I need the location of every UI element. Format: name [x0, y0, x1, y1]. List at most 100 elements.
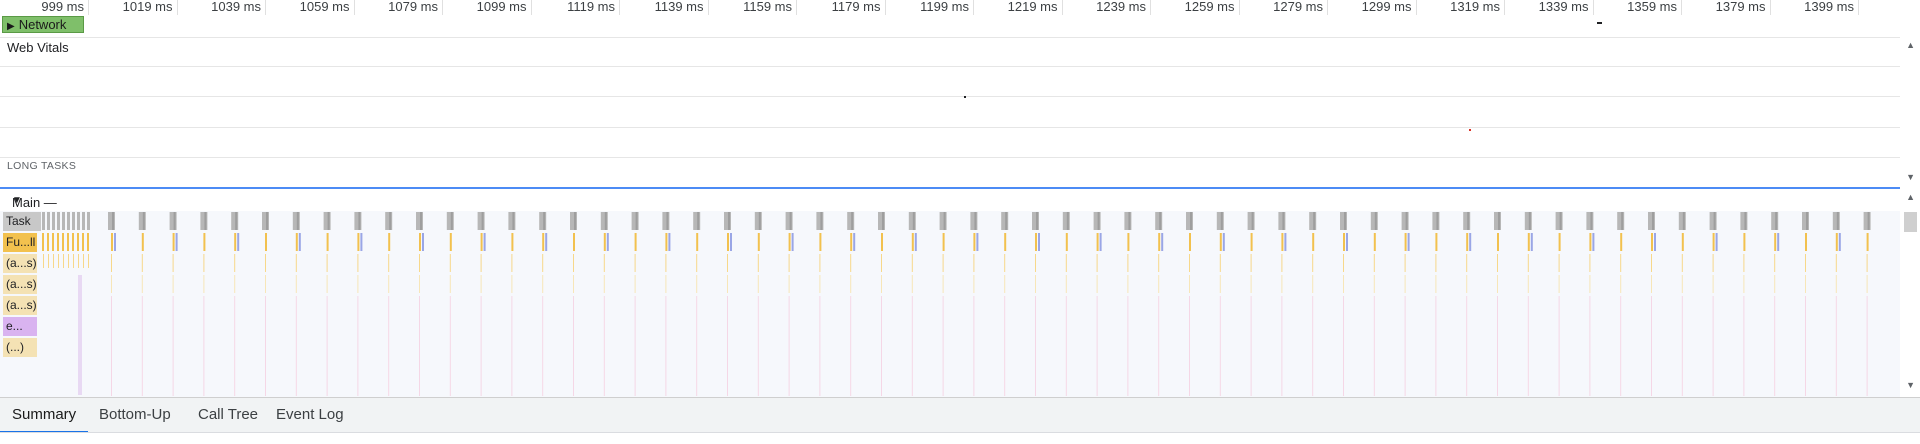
- function-bar[interactable]: [665, 233, 667, 251]
- anonymous-bar[interactable]: [1405, 275, 1406, 293]
- task-bar[interactable]: [1159, 212, 1161, 230]
- function-bar[interactable]: [234, 233, 236, 251]
- anonymous-bar[interactable]: [1004, 275, 1005, 293]
- task-bar[interactable]: [389, 212, 391, 230]
- function-bar[interactable]: [52, 233, 54, 251]
- task-bar[interactable]: [913, 212, 915, 230]
- task-bar[interactable]: [1375, 212, 1377, 230]
- anonymous-bar[interactable]: [696, 275, 697, 293]
- anonymous-bar[interactable]: [819, 275, 820, 293]
- anonymous-bar[interactable]: [1620, 275, 1621, 293]
- event-bar[interactable]: [511, 296, 512, 396]
- event-bar[interactable]: [1836, 296, 1837, 396]
- anonymous-bar[interactable]: [1220, 254, 1221, 272]
- event-bar[interactable]: [1743, 296, 1744, 396]
- paint-bar[interactable]: [299, 233, 301, 251]
- event-bar[interactable]: [1620, 296, 1621, 396]
- task-bar[interactable]: [174, 212, 176, 230]
- task-bar[interactable]: [52, 212, 55, 230]
- function-bar[interactable]: [72, 233, 74, 251]
- task-bar[interactable]: [77, 212, 80, 230]
- paint-bar[interactable]: [1408, 233, 1410, 251]
- function-bar[interactable]: [47, 233, 49, 251]
- function-bar[interactable]: [1189, 233, 1191, 251]
- anonymous-bar[interactable]: [604, 254, 605, 272]
- function-bar[interactable]: [1836, 233, 1838, 251]
- task-bar[interactable]: [297, 212, 299, 230]
- event-bar[interactable]: [1343, 296, 1344, 396]
- task-bar[interactable]: [1683, 212, 1685, 230]
- task-bar[interactable]: [543, 212, 545, 230]
- event-bar[interactable]: [481, 296, 482, 396]
- anonymous-bar[interactable]: [1127, 254, 1128, 272]
- function-bar[interactable]: [173, 233, 175, 251]
- task-bar[interactable]: [1098, 212, 1100, 230]
- event-bar[interactable]: [1713, 296, 1714, 396]
- event-bar[interactable]: [665, 296, 666, 396]
- function-bar[interactable]: [604, 233, 606, 251]
- anonymous-bar[interactable]: [1220, 275, 1221, 293]
- anonymous-bar[interactable]: [1405, 254, 1406, 272]
- task-bar[interactable]: [1837, 212, 1839, 230]
- function-bar[interactable]: [1097, 233, 1099, 251]
- task-bar[interactable]: [1436, 212, 1438, 230]
- anonymous-bar[interactable]: [727, 254, 728, 272]
- event-bar[interactable]: [850, 296, 851, 396]
- anonymous-bar[interactable]: [1343, 254, 1344, 272]
- paint-bar[interactable]: [1284, 233, 1286, 251]
- paint-bar[interactable]: [1038, 233, 1040, 251]
- function-bar[interactable]: [635, 233, 637, 251]
- scroll-up-icon[interactable]: ▲: [1906, 192, 1915, 202]
- event-bar[interactable]: [234, 296, 235, 396]
- anonymous-bar[interactable]: [419, 254, 420, 272]
- function-bar[interactable]: [1343, 233, 1345, 251]
- anonymous-bar[interactable]: [850, 275, 851, 293]
- task-bar[interactable]: [42, 212, 45, 230]
- function-bar[interactable]: [1497, 233, 1499, 251]
- paint-bar[interactable]: [422, 233, 424, 251]
- anonymous-bar[interactable]: [53, 254, 54, 268]
- task-bar[interactable]: [1652, 212, 1654, 230]
- anonymous-bar[interactable]: [203, 275, 204, 293]
- event-bar[interactable]: [1004, 296, 1005, 396]
- task-bar[interactable]: [72, 212, 75, 230]
- function-bar[interactable]: [1374, 233, 1376, 251]
- flame-scrollbar[interactable]: ▲ ▼: [1900, 190, 1920, 397]
- anonymous-bar[interactable]: [758, 275, 759, 293]
- anonymous-bar[interactable]: [1497, 275, 1498, 293]
- paint-bar[interactable]: [1223, 233, 1225, 251]
- paint-bar[interactable]: [360, 233, 362, 251]
- anonymous-bar[interactable]: [789, 254, 790, 272]
- event-bar[interactable]: [450, 296, 451, 396]
- anonymous-bar[interactable]: [1158, 275, 1159, 293]
- paint-bar[interactable]: [114, 233, 116, 251]
- task-bar[interactable]: [1590, 212, 1592, 230]
- anonymous-bar[interactable]: [635, 254, 636, 272]
- anonymous-bar[interactable]: [943, 275, 944, 293]
- flame-row-label[interactable]: Fu...ll: [3, 233, 37, 252]
- event-bar[interactable]: [1127, 296, 1128, 396]
- upper-scrollbar[interactable]: ▲ ▼: [1900, 38, 1920, 188]
- anonymous-bar[interactable]: [296, 254, 297, 272]
- anonymous-bar[interactable]: [912, 275, 913, 293]
- anonymous-bar[interactable]: [542, 275, 543, 293]
- anonymous-bar[interactable]: [111, 275, 112, 293]
- task-bar[interactable]: [1252, 212, 1254, 230]
- anonymous-bar[interactable]: [78, 254, 79, 268]
- task-bar[interactable]: [235, 212, 237, 230]
- flame-row-label[interactable]: (...): [3, 338, 37, 357]
- event-bar[interactable]: [111, 296, 112, 396]
- function-bar[interactable]: [142, 233, 144, 251]
- anonymous-bar[interactable]: [1682, 254, 1683, 272]
- task-bar[interactable]: [1005, 212, 1007, 230]
- task-bar[interactable]: [666, 212, 668, 230]
- event-bar[interactable]: [1312, 296, 1313, 396]
- task-bar[interactable]: [67, 212, 70, 230]
- anonymous-bar[interactable]: [1251, 275, 1252, 293]
- paint-bar[interactable]: [237, 233, 239, 251]
- task-bar[interactable]: [974, 212, 976, 230]
- anonymous-bar[interactable]: [1281, 275, 1282, 293]
- anonymous-bar[interactable]: [1066, 275, 1067, 293]
- anonymous-bar[interactable]: [1620, 254, 1621, 272]
- anonymous-bar[interactable]: [450, 275, 451, 293]
